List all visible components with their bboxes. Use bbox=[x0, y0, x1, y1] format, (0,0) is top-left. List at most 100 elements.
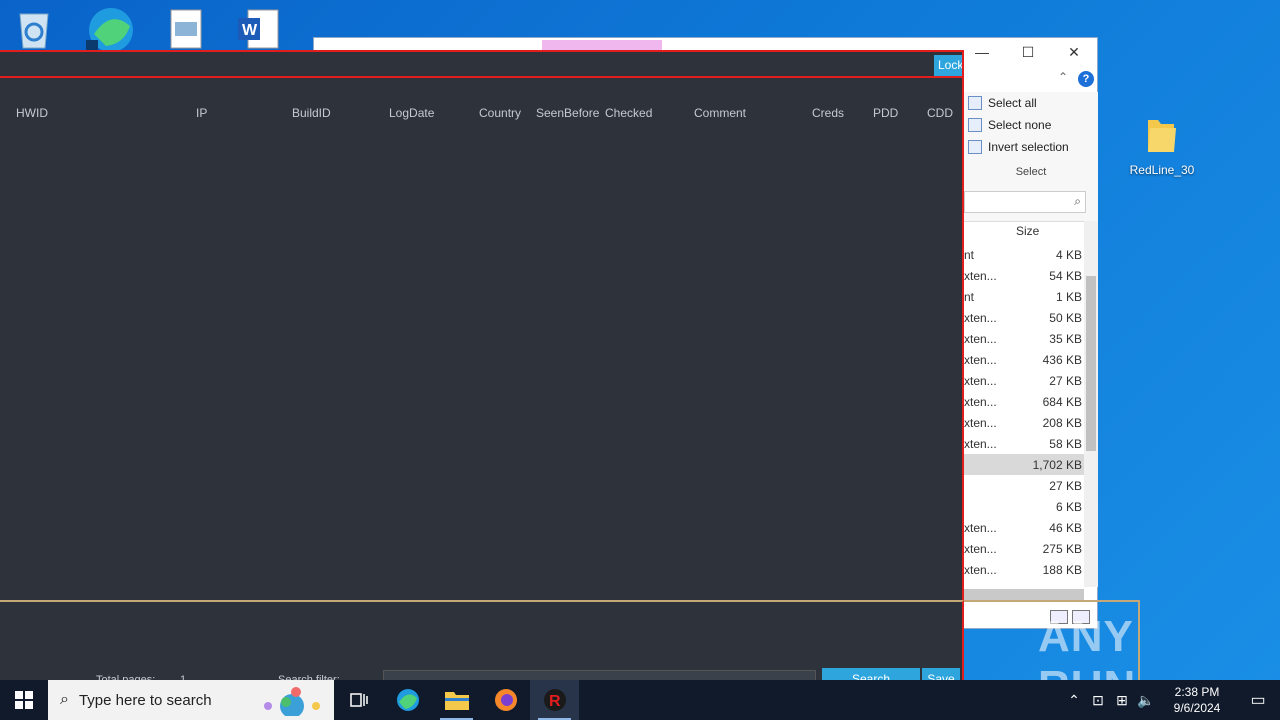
column-header-pdd[interactable]: PDD bbox=[873, 106, 898, 120]
file-type-cell: xten... bbox=[964, 436, 997, 451]
file-type-cell: xten... bbox=[964, 373, 997, 388]
network-icon[interactable]: ⊞ bbox=[1110, 692, 1134, 709]
file-size-cell: 35 KB bbox=[1049, 331, 1082, 346]
scrollbar-thumb[interactable] bbox=[1086, 276, 1096, 451]
file-type-cell: nt bbox=[964, 247, 975, 262]
file-size-cell: 188 KB bbox=[1042, 562, 1082, 577]
search-placeholder: Type here to search bbox=[78, 691, 212, 709]
file-size-cell: 27 KB bbox=[1049, 478, 1082, 493]
explorer-search-input[interactable]: ⌕ bbox=[964, 191, 1086, 213]
file-row[interactable]: xten... 188 KB bbox=[964, 559, 1084, 580]
select-none-button[interactable]: Select none bbox=[964, 114, 1098, 136]
column-header-buildid[interactable]: BuildID bbox=[292, 106, 331, 120]
select-none-icon bbox=[968, 118, 982, 132]
minimize-icon[interactable]: — bbox=[959, 44, 1005, 60]
column-header-cdd[interactable]: CDD bbox=[927, 106, 953, 120]
maximize-icon[interactable]: ☐ bbox=[1005, 44, 1051, 61]
edge-icon bbox=[396, 689, 419, 711]
file-row[interactable]: 6 KB bbox=[964, 496, 1084, 517]
column-header-logdate[interactable]: LogDate bbox=[389, 106, 434, 120]
clock-time: 2:38 PM bbox=[1174, 685, 1220, 699]
clock[interactable]: 2:38 PM 9/6/2024 bbox=[1158, 684, 1236, 716]
invert-selection-icon bbox=[968, 140, 982, 154]
file-row[interactable]: xten... 208 KB bbox=[964, 412, 1084, 433]
file-row[interactable]: nt 1 KB bbox=[964, 286, 1084, 307]
file-size-cell: 6 KB bbox=[1055, 499, 1082, 514]
search-icon: ⌕ bbox=[1074, 194, 1081, 208]
file-row[interactable]: xten... 275 KB bbox=[964, 538, 1084, 559]
ribbon-group-label: Select bbox=[1015, 166, 1047, 178]
taskbar: ⌕ Type here to search R ⌃ ⊡ ⊞ 🔈 2:38 PM … bbox=[0, 680, 1280, 720]
taskbar-search-box[interactable]: ⌕ Type here to search bbox=[48, 680, 334, 720]
folder-label: RedLine_30 bbox=[1129, 163, 1195, 177]
file-type-cell: xten... bbox=[964, 394, 997, 409]
file-type-cell: xten... bbox=[964, 562, 997, 577]
help-icon[interactable]: ? bbox=[1078, 71, 1094, 87]
firefox-taskbar-button[interactable] bbox=[481, 680, 530, 720]
column-header-seenbefore[interactable]: SeenBefore bbox=[536, 106, 599, 120]
column-header-checked[interactable]: Checked bbox=[605, 106, 652, 120]
edge-taskbar-button[interactable] bbox=[383, 680, 432, 720]
file-row[interactable]: xten... 436 KB bbox=[964, 349, 1084, 370]
file-row[interactable]: 27 KB bbox=[964, 475, 1084, 496]
file-explorer-taskbar-button[interactable] bbox=[432, 680, 481, 720]
file-row[interactable]: xten... 46 KB bbox=[964, 517, 1084, 538]
lock-button[interactable]: Lock bbox=[934, 55, 962, 76]
firefox-icon bbox=[494, 689, 517, 711]
file-size-cell: 54 KB bbox=[1049, 268, 1082, 283]
file-row[interactable]: nt 4 KB bbox=[964, 244, 1084, 265]
file-size-cell: 58 KB bbox=[1049, 436, 1082, 451]
file-row[interactable]: xten... 50 KB bbox=[964, 307, 1084, 328]
column-header-comment[interactable]: Comment bbox=[694, 106, 746, 120]
file-type-cell: xten... bbox=[964, 352, 997, 367]
file-type-cell: xten... bbox=[964, 520, 997, 535]
column-header-creds[interactable]: Creds bbox=[812, 106, 844, 120]
redline-folder-icon[interactable]: RedLine_30 bbox=[1120, 114, 1204, 177]
redline-taskbar-button[interactable]: R bbox=[530, 680, 579, 720]
redline-panel: Lock HWID IP BuildID LogDate Country SeenBefo… bbox=[0, 50, 964, 600]
start-button[interactable] bbox=[0, 680, 48, 720]
svg-text:R: R bbox=[549, 693, 561, 710]
invert-selection-button[interactable]: Invert selection bbox=[964, 136, 1098, 158]
column-header-country[interactable]: Country bbox=[479, 106, 521, 120]
redline-icon: R bbox=[543, 689, 566, 711]
volume-icon[interactable]: 🔈 bbox=[1134, 692, 1158, 709]
logs-table-header: HWID IP BuildID LogDate Country SeenBefore Che… bbox=[0, 104, 962, 124]
vertical-scrollbar[interactable] bbox=[1084, 221, 1098, 587]
file-size-cell: 436 KB bbox=[1042, 352, 1082, 367]
edge-desktop-icon[interactable] bbox=[84, 4, 144, 52]
close-icon[interactable]: ✕ bbox=[1051, 44, 1097, 61]
word-document-icon[interactable]: W bbox=[236, 8, 296, 52]
column-header-size[interactable]: Size bbox=[1016, 224, 1039, 238]
file-size-cell: 4 KB bbox=[1055, 247, 1082, 262]
task-view-button[interactable] bbox=[334, 680, 383, 720]
file-type-cell: nt bbox=[964, 289, 975, 304]
windows-icon bbox=[15, 691, 33, 709]
column-header-ip[interactable]: IP bbox=[196, 106, 207, 120]
search-icon: ⌕ bbox=[60, 691, 69, 708]
system-tray: ⌃ ⊡ ⊞ 🔈 2:38 PM 9/6/2024 ▭ bbox=[1062, 680, 1280, 720]
file-row[interactable]: xten... 35 KB bbox=[964, 328, 1084, 349]
file-row[interactable]: 1,702 KB bbox=[964, 454, 1084, 475]
select-all-button[interactable]: Select all bbox=[964, 92, 1098, 114]
file-row[interactable]: xten... 684 KB bbox=[964, 391, 1084, 412]
recycle-bin-icon[interactable] bbox=[14, 6, 74, 50]
file-type-cell: xten... bbox=[964, 331, 997, 346]
folder-icon bbox=[1148, 120, 1176, 152]
file-row[interactable]: xten... 58 KB bbox=[964, 433, 1084, 454]
file-type-cell: xten... bbox=[964, 541, 997, 556]
file-size-cell: 1 KB bbox=[1055, 289, 1082, 304]
chevron-up-icon[interactable]: ⌃ bbox=[1062, 692, 1086, 709]
column-header-hwid[interactable]: HWID bbox=[16, 106, 48, 120]
select-all-label: Select all bbox=[988, 96, 1037, 110]
task-view-icon bbox=[349, 693, 368, 707]
file-row[interactable]: xten... 27 KB bbox=[964, 370, 1084, 391]
search-highlight-icon bbox=[264, 687, 320, 716]
file-type-cell: xten... bbox=[964, 415, 997, 430]
file-size-cell: 208 KB bbox=[1042, 415, 1082, 430]
notifications-icon[interactable]: ▭ bbox=[1236, 690, 1280, 710]
image-file-icon[interactable] bbox=[168, 8, 228, 52]
file-row[interactable]: xten... 54 KB bbox=[964, 265, 1084, 286]
device-icon[interactable]: ⊡ bbox=[1086, 692, 1110, 709]
collapse-ribbon-icon[interactable]: ⌃ bbox=[1058, 70, 1068, 84]
